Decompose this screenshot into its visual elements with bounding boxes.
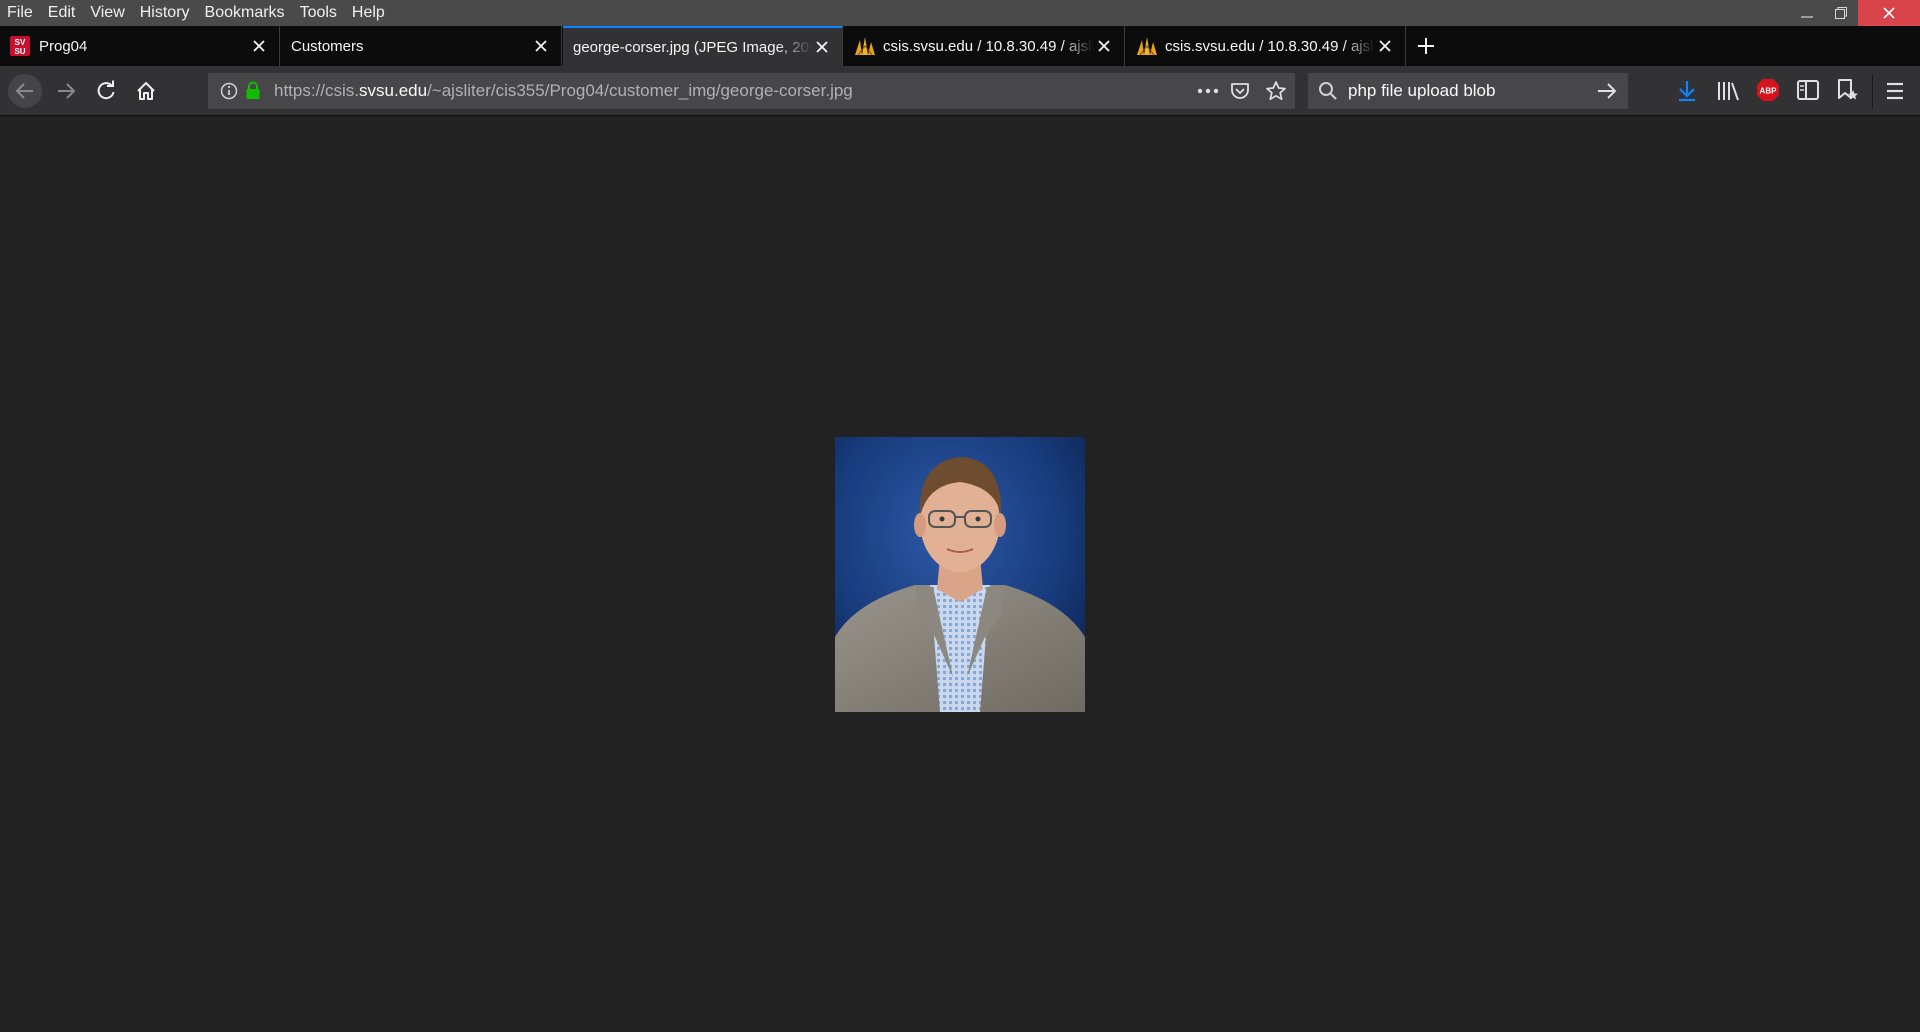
menu-view[interactable]: View xyxy=(82,0,131,26)
back-button[interactable] xyxy=(8,74,42,108)
close-tab-icon[interactable] xyxy=(1094,36,1114,56)
image-viewer xyxy=(0,117,1920,1032)
forward-button[interactable] xyxy=(49,74,83,108)
menu-edit[interactable]: Edit xyxy=(40,0,83,26)
svsu-icon: SV SU xyxy=(10,36,30,56)
url-scheme: https://csis. xyxy=(274,81,360,100)
new-tab-button[interactable] xyxy=(1406,26,1446,66)
menu-bookmarks[interactable]: Bookmarks xyxy=(197,0,292,26)
nav-toolbar: https://csis.svsu.edu/~ajsliter/cis355/P… xyxy=(0,66,1920,116)
tab-customers[interactable]: Customers xyxy=(281,26,562,66)
tab-title: Prog04 xyxy=(39,37,88,55)
tab-title: george-corser.jpg (JPEG Image, 200 xyxy=(573,38,812,56)
home-button[interactable] xyxy=(129,74,163,108)
minimize-button[interactable] xyxy=(1790,0,1824,26)
tab-george-corser-image[interactable]: george-corser.jpg (JPEG Image, 200 xyxy=(563,26,843,66)
portrait-photo[interactable] xyxy=(835,437,1085,712)
menu-file[interactable]: File xyxy=(0,0,40,26)
close-tab-icon[interactable] xyxy=(249,36,269,56)
menu-history[interactable]: History xyxy=(132,0,197,26)
close-tab-icon[interactable] xyxy=(531,36,551,56)
restore-icon xyxy=(1835,7,1847,19)
url-text[interactable]: https://csis.svsu.edu/~ajsliter/cis355/P… xyxy=(274,73,853,109)
tab-title: Customers xyxy=(291,37,364,55)
svg-text:SU: SU xyxy=(14,47,25,56)
restore-button[interactable] xyxy=(1824,0,1858,26)
close-icon xyxy=(1883,7,1895,19)
page-actions-icon[interactable] xyxy=(1196,82,1220,105)
plus-icon xyxy=(1418,38,1434,54)
library-icon[interactable] xyxy=(1716,79,1740,108)
tab-strip: SV SU Prog04 Customers george-corser.jpg … xyxy=(0,26,1920,66)
adblock-plus-icon[interactable]: ABP xyxy=(1756,78,1780,107)
hamburger-menu-icon[interactable] xyxy=(1884,81,1906,106)
reload-icon xyxy=(97,80,115,100)
search-input[interactable]: php file upload blob xyxy=(1348,73,1495,109)
home-icon xyxy=(137,82,155,100)
pocket-icon[interactable] xyxy=(1230,81,1250,106)
forward-arrow-icon xyxy=(58,83,76,99)
sidebar-toggle-icon[interactable] xyxy=(1796,79,1820,106)
toolbar-separator xyxy=(1872,74,1873,108)
tab-phpmyadmin-2[interactable]: csis.svsu.edu / 10.8.30.49 / ajsliter xyxy=(1126,26,1406,66)
tab-phpmyadmin-1[interactable]: csis.svsu.edu / 10.8.30.49 / ajsliter xyxy=(844,26,1125,66)
close-tab-icon[interactable] xyxy=(1375,36,1395,56)
menu-help[interactable]: Help xyxy=(344,0,392,26)
tab-title: csis.svsu.edu / 10.8.30.49 / ajsliter xyxy=(1165,37,1375,55)
info-icon[interactable] xyxy=(220,82,238,105)
bookmark-star-icon[interactable] xyxy=(1265,80,1287,107)
svg-text:ABP: ABP xyxy=(1760,87,1778,96)
tab-prog04[interactable]: SV SU Prog04 xyxy=(0,26,280,66)
search-go-icon[interactable] xyxy=(1596,81,1618,106)
download-icon[interactable] xyxy=(1676,79,1698,108)
lock-icon[interactable] xyxy=(245,81,261,106)
url-path: /~ajsliter/cis355/Prog04/customer_img/ge… xyxy=(427,81,853,100)
minimize-icon xyxy=(1801,16,1813,18)
phpmyadmin-icon xyxy=(1136,36,1157,56)
search-bar[interactable]: php file upload blob xyxy=(1308,73,1628,109)
menu-bar: File Edit View History Bookmarks Tools H… xyxy=(0,0,1920,26)
phpmyadmin-icon xyxy=(854,36,875,56)
svg-text:SV: SV xyxy=(15,38,26,47)
reload-button[interactable] xyxy=(89,74,123,108)
url-host: svsu.edu xyxy=(359,81,428,100)
tab-title: csis.svsu.edu / 10.8.30.49 / ajsliter xyxy=(883,37,1094,55)
close-window-button[interactable] xyxy=(1858,0,1920,26)
search-icon xyxy=(1318,81,1338,106)
back-arrow-icon xyxy=(15,83,33,99)
menu-tools[interactable]: Tools xyxy=(292,0,344,26)
url-bar[interactable]: https://csis.svsu.edu/~ajsliter/cis355/P… xyxy=(208,73,1295,109)
reader-bookmarks-icon[interactable] xyxy=(1836,78,1860,107)
close-tab-icon[interactable] xyxy=(812,37,832,57)
